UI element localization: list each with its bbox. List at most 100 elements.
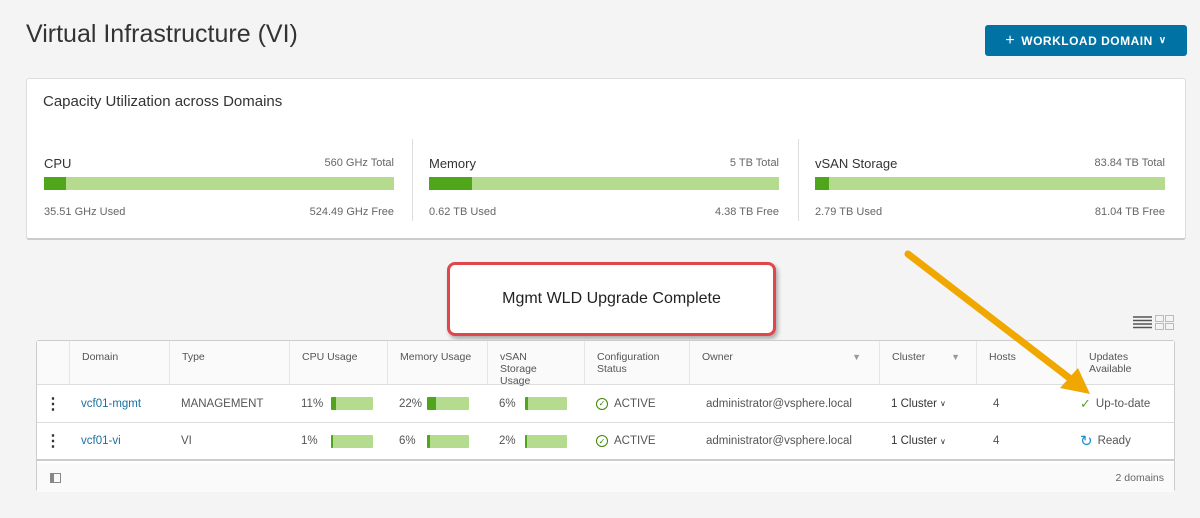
domain-link[interactable]: vcf01-mgmt xyxy=(69,385,169,422)
col-owner-label: Owner xyxy=(702,351,733,363)
vsan-usage: 6% xyxy=(487,385,584,422)
cap-free: 524.49 GHz Free xyxy=(309,206,394,218)
config-status: ✓ ACTIVE xyxy=(584,385,689,422)
mem-bar xyxy=(427,435,469,448)
memory-capacity: Memory 5 TB Total 0.62 TB Used 4.38 TB F… xyxy=(429,139,779,219)
card-view-icon[interactable] xyxy=(1155,315,1174,330)
domains-table: Domain Type CPU Usage Memory Usage vSAN … xyxy=(36,340,1175,492)
table-footer: 2 domains xyxy=(37,463,1174,492)
column-toggle-icon[interactable] xyxy=(50,473,61,483)
check-circle-icon: ✓ xyxy=(596,435,608,447)
cluster-dropdown[interactable]: 1 Cluster ∨ xyxy=(879,423,976,459)
add-workload-domain-button[interactable]: + WORKLOAD DOMAIN ∨ xyxy=(985,25,1187,56)
cluster-label: 1 Cluster xyxy=(891,435,938,447)
cap-bar-fill xyxy=(429,177,473,190)
cpu-pct: 1% xyxy=(301,435,318,447)
col-cpu[interactable]: CPU Usage xyxy=(289,341,387,384)
cap-name: vSAN Storage xyxy=(815,156,898,171)
cap-used: 2.79 TB Used xyxy=(815,206,883,218)
filter-icon[interactable]: ▼ xyxy=(951,351,960,363)
memory-usage: 6% xyxy=(387,423,487,459)
refresh-icon: ↻ xyxy=(1080,433,1093,450)
cpu-bar xyxy=(331,435,373,448)
vsan-pct: 2% xyxy=(499,435,516,447)
mem-bar xyxy=(427,397,469,410)
vsan-bar xyxy=(525,397,567,410)
cpu-usage: 11% xyxy=(289,385,387,422)
chevron-down-icon: ∨ xyxy=(940,436,946,446)
cap-used: 0.62 TB Used xyxy=(429,206,497,218)
row-actions-icon[interactable]: ⋮ xyxy=(37,423,69,459)
filter-icon[interactable]: ▼ xyxy=(852,351,861,363)
divider xyxy=(798,139,799,221)
plus-icon: + xyxy=(1005,31,1016,49)
cluster-label: 1 Cluster xyxy=(891,397,938,410)
capacity-card: Capacity Utilization across Domains CPU … xyxy=(26,78,1186,240)
check-icon: ✓ xyxy=(1080,395,1091,411)
owner: administrator@vsphere.local xyxy=(706,435,852,447)
mem-pct: 22% xyxy=(399,397,423,410)
capacity-title: Capacity Utilization across Domains xyxy=(43,93,283,110)
vsan-bar xyxy=(525,435,567,448)
cap-total: 5 TB Total xyxy=(729,157,779,169)
vsan-capacity: vSAN Storage 83.84 TB Total 2.79 TB Used… xyxy=(815,139,1165,219)
vsan-usage: 2% xyxy=(487,423,584,459)
vsan-pct: 6% xyxy=(499,397,516,410)
config-status: ✓ ACTIVE xyxy=(584,423,689,459)
hosts: 4 xyxy=(993,397,1000,410)
type: MANAGEMENT xyxy=(181,397,264,410)
col-domain[interactable]: Domain xyxy=(69,341,169,384)
vsan-bar-fill xyxy=(525,397,528,410)
col-memory[interactable]: Memory Usage xyxy=(387,341,487,384)
mem-bar-fill xyxy=(427,397,437,410)
mem-pct: 6% xyxy=(399,435,416,447)
cap-name: CPU xyxy=(44,156,72,171)
col-type[interactable]: Type xyxy=(169,341,289,384)
status-text: ACTIVE xyxy=(614,397,656,410)
row-actions-icon[interactable]: ⋮ xyxy=(37,385,69,422)
cpu-capacity: CPU 560 GHz Total 35.51 GHz Used 524.49 … xyxy=(44,139,394,219)
list-view-icon[interactable] xyxy=(1133,315,1152,329)
col-updates[interactable]: Updates Available xyxy=(1076,341,1176,384)
col-vsan[interactable]: vSAN Storage Usage xyxy=(487,341,584,387)
cap-bar xyxy=(429,177,779,190)
owner: administrator@vsphere.local xyxy=(706,397,852,410)
cap-name: Memory xyxy=(429,156,476,171)
page-title: Virtual Infrastructure (VI) xyxy=(26,20,298,48)
cap-bar-fill xyxy=(44,177,67,190)
updates-text: Up-to-date xyxy=(1095,397,1151,410)
col-hosts[interactable]: Hosts xyxy=(976,341,1076,384)
hosts: 4 xyxy=(993,435,1000,447)
mem-bar-fill xyxy=(427,435,430,448)
cpu-pct: 11% xyxy=(301,397,324,410)
cap-total: 560 GHz Total xyxy=(324,157,394,169)
cap-bar xyxy=(815,177,1165,190)
col-cluster-label: Cluster xyxy=(892,351,926,363)
col-owner[interactable]: Owner ▼ xyxy=(689,341,879,384)
table-row[interactable]: ⋮ vcf01-vi VI 1% 6% 2% ✓ ACTIVE administr… xyxy=(37,423,1174,461)
cap-bar-fill xyxy=(815,177,829,190)
cpu-bar xyxy=(331,397,373,410)
upgrade-callout: Mgmt WLD Upgrade Complete xyxy=(447,262,776,336)
cpu-bar-fill xyxy=(331,397,336,410)
table-row[interactable]: ⋮ vcf01-mgmt MANAGEMENT 11% 22% 6% ✓ ACTI… xyxy=(37,385,1174,423)
workload-domain-label: WORKLOAD DOMAIN xyxy=(1021,33,1153,48)
cap-used: 35.51 GHz Used xyxy=(44,206,126,218)
chevron-down-icon: ∨ xyxy=(1158,35,1167,46)
cpu-usage: 1% xyxy=(289,423,387,459)
status-text: ACTIVE xyxy=(614,435,656,447)
cpu-bar-fill xyxy=(331,435,333,448)
cluster-dropdown[interactable]: 1 Cluster ∨ xyxy=(879,385,976,422)
chevron-down-icon: ∨ xyxy=(940,399,946,408)
cap-free: 4.38 TB Free xyxy=(715,206,779,218)
vsan-bar-fill xyxy=(525,435,527,448)
updates-status: ✓ Up-to-date xyxy=(1076,385,1176,422)
memory-usage: 22% xyxy=(387,385,487,422)
type: VI xyxy=(181,435,192,447)
domain-link[interactable]: vcf01-vi xyxy=(69,423,169,459)
col-config[interactable]: Configuration Status xyxy=(584,341,689,384)
divider xyxy=(412,139,413,221)
cap-free: 81.04 TB Free xyxy=(1094,206,1165,218)
col-cluster[interactable]: Cluster ▼ xyxy=(879,341,976,384)
updates-text: Ready xyxy=(1097,435,1131,447)
